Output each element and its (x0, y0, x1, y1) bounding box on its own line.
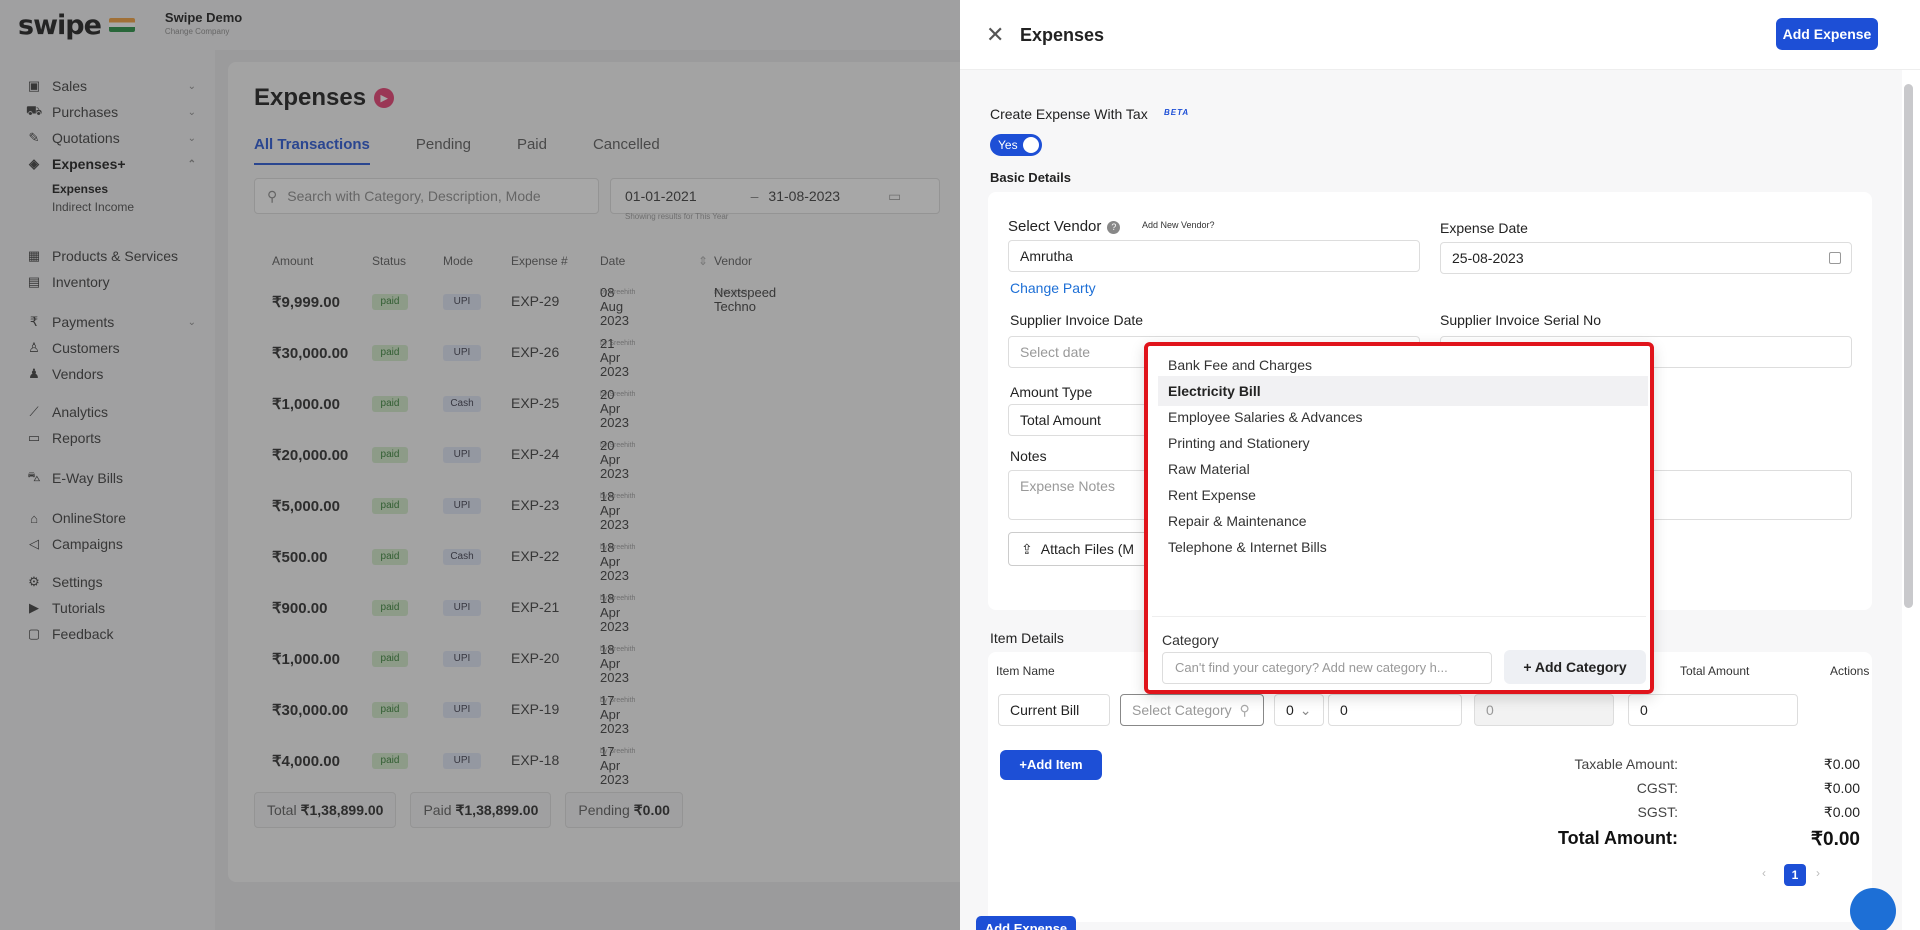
help-icon[interactable]: ? (1107, 220, 1121, 234)
item-details-heading: Item Details (990, 630, 1064, 646)
total-amount-field[interactable]: 0 (1628, 694, 1798, 726)
add-category-button[interactable]: + Add Category (1504, 650, 1646, 684)
taxable-amount-label: Taxable Amount: (1574, 756, 1678, 772)
scrollbar-thumb[interactable] (1904, 84, 1913, 608)
chat-icon[interactable] (1850, 888, 1896, 930)
calendar-icon (1829, 252, 1841, 264)
page-number[interactable]: 1 (1784, 864, 1806, 886)
category-select[interactable]: Select Category ⚲ (1120, 694, 1264, 726)
supplier-invoice-date-label: Supplier Invoice Date (1010, 312, 1144, 328)
toggle-knob (1023, 137, 1039, 153)
new-category-input[interactable]: Can't find your category? Add new catego… (1162, 652, 1492, 684)
basic-details-heading: Basic Details (990, 170, 1071, 185)
expense-date-label: Expense Date (1440, 220, 1528, 236)
category-dropdown: Bank Fee and Charges Electricity Bill Empl… (1144, 342, 1654, 694)
add-vendor-link[interactable]: Add New Vendor? (1142, 220, 1215, 230)
expense-date-field[interactable]: 25-08-2023 (1440, 242, 1852, 274)
tax-label: Create Expense With Tax (990, 106, 1148, 122)
cgst-label: CGST: (1636, 780, 1678, 796)
tax-toggle[interactable]: Yes (990, 134, 1042, 156)
total-amount-label: Total Amount: (1558, 828, 1678, 848)
supplier-serial-label: Supplier Invoice Serial No (1440, 312, 1602, 328)
amount-type-label: Amount Type (1010, 384, 1093, 400)
drawer-header: ✕ Expenses Add Expense (960, 0, 1920, 70)
notes-label: Notes (1010, 448, 1047, 464)
cgst-value: ₹0.00 (1823, 780, 1860, 796)
add-expense-button[interactable]: Add Expense (1776, 18, 1878, 50)
close-icon[interactable]: ✕ (986, 22, 1004, 48)
next-page-icon[interactable]: › (1816, 866, 1820, 880)
col-total-amount: Total Amount (1680, 664, 1750, 678)
sgst-value: ₹0.00 (1823, 804, 1860, 820)
dropdown-divider (1152, 616, 1646, 617)
category-option[interactable]: Telephone & Internet Bills (1158, 532, 1648, 562)
select-vendor-label: Select Vendor? (1008, 218, 1121, 235)
modal-backdrop[interactable] (0, 0, 960, 930)
col-item-name: Item Name (996, 664, 1055, 678)
category-label: Category (1162, 632, 1219, 648)
add-item-button[interactable]: +Add Item (1000, 750, 1102, 780)
tax-select[interactable]: 0 ⌄ (1274, 694, 1324, 726)
chevron-down-icon: ⌄ (1299, 702, 1312, 718)
prev-page-icon[interactable]: ‹ (1762, 866, 1766, 880)
item-name-field[interactable]: Current Bill (998, 694, 1110, 726)
beta-badge: BETA (1164, 108, 1190, 117)
change-party-link[interactable]: Change Party (1010, 280, 1096, 296)
footer-add-expense-button[interactable]: Add Expense (976, 916, 1076, 930)
taxable-amount-value: ₹0.00 (1823, 756, 1860, 772)
upload-icon: ⇪ (1021, 540, 1033, 557)
vendor-field[interactable]: Amrutha (1008, 240, 1420, 272)
quantity-field[interactable]: 0 (1328, 694, 1462, 726)
sgst-label: SGST: (1637, 804, 1678, 820)
drawer-title: Expenses (1020, 25, 1105, 45)
search-icon: ⚲ (1239, 702, 1250, 718)
total-amount-value: ₹0.00 (1810, 829, 1860, 850)
col-actions: Actions (1830, 664, 1870, 678)
price-field: 0 (1474, 694, 1614, 726)
